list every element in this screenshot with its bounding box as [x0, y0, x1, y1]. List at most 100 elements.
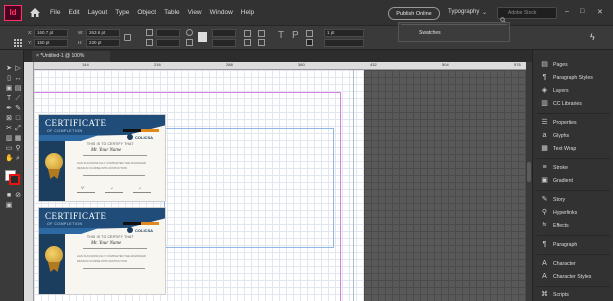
apply-none-icon[interactable]: ⊘ — [14, 192, 22, 200]
reference-field[interactable] — [212, 29, 236, 37]
type-tool-icon[interactable]: T — [5, 95, 13, 103]
pen-tool-icon[interactable]: ✒ — [5, 105, 13, 113]
tools-panel: ➤ ▷ ▯ ↔ ▣ ▤ T ⟋ ✒ ✎ ⊠ □ ✂ ⤢ ▥ ▦ ▭ ⚲ ✋ ⌕ … — [0, 50, 24, 301]
content-collector-icon[interactable]: ▣ — [5, 85, 13, 93]
panel-effects[interactable]: fx Effects — [533, 219, 613, 232]
stroke-weight-field[interactable]: 1 pt — [324, 29, 364, 37]
constrain-proportions-icon[interactable] — [124, 34, 131, 41]
menu-view[interactable]: View — [188, 9, 202, 16]
selection-tool-icon[interactable]: ➤ — [5, 65, 13, 73]
cert-subtitle: OF COMPLETION — [47, 222, 83, 226]
note-tool-icon[interactable]: ▭ — [5, 145, 13, 153]
menu-type[interactable]: Type — [115, 9, 129, 16]
menu-edit[interactable]: Edit — [68, 9, 79, 16]
apply-color-icon[interactable]: ■ — [5, 192, 13, 200]
chevron-down-icon[interactable]: ⌄ — [482, 9, 487, 16]
close-icon[interactable]: ✕ — [597, 8, 603, 16]
menu-help[interactable]: Help — [241, 9, 254, 16]
y-field[interactable]: 150 pt — [34, 39, 68, 47]
free-transform-tool-icon[interactable]: ⤢ — [14, 125, 22, 133]
fill-icon[interactable] — [198, 32, 207, 42]
panel-label: Character — [553, 260, 576, 267]
panel-paragraph[interactable]: ¶ Paragraph — [533, 238, 613, 251]
rectangle-frame-tool-icon[interactable]: ⊠ — [5, 115, 13, 123]
panel-stroke[interactable]: ≡ Stroke — [533, 161, 613, 174]
menu-file[interactable]: File — [50, 9, 60, 16]
angle-field[interactable] — [212, 39, 236, 47]
w-field[interactable]: 263.6 pt — [86, 29, 120, 37]
panel-hyperlinks[interactable]: ⚲ Hyperlinks — [533, 206, 613, 219]
zoom-tool-icon[interactable]: ⌕ — [14, 155, 22, 163]
glyphs-icon: a — [542, 132, 547, 139]
flip-vertical-icon[interactable] — [244, 39, 251, 46]
page-tool-icon[interactable]: ▯ — [5, 75, 13, 83]
screen-mode-icon[interactable]: ▣ — [5, 202, 13, 210]
text-frame-options-icon[interactable]: T — [278, 31, 285, 41]
panel-cc-libraries[interactable]: ▥ CC Libraries — [533, 97, 613, 110]
scale-x-icon[interactable] — [146, 29, 153, 36]
direct-selection-tool-icon[interactable]: ▷ — [14, 65, 22, 73]
x-field[interactable]: 160.7 pt — [34, 29, 68, 37]
panel-scripts[interactable]: ⌘ Scripts — [533, 288, 613, 301]
horizontal-ruler: 144 216 288 360 432 504 576 — [34, 62, 526, 70]
content-placer-icon[interactable]: ▤ — [14, 85, 22, 93]
select-content-icon[interactable] — [258, 39, 265, 46]
shear-icon[interactable] — [186, 39, 193, 46]
paragraph-styles-icon: ¶ — [542, 74, 547, 81]
stroke-color-icon[interactable] — [306, 30, 313, 37]
certificate-image[interactable]: CERTIFICATE OF COMPLETION COLICSA THIS I… — [38, 114, 166, 202]
pencil-tool-icon[interactable]: ✎ — [14, 105, 22, 113]
tab-untitled-1[interactable]: × *Untitled-1 @ 100% — [32, 51, 110, 62]
menu-table[interactable]: Table — [164, 9, 180, 16]
h-field[interactable]: 230 pt — [86, 39, 120, 47]
panel-text-wrap[interactable]: ▦ Text Wrap — [533, 142, 613, 155]
pasteboard[interactable] — [364, 70, 526, 301]
panel-pages[interactable]: ▤ Pages — [533, 58, 613, 71]
gradient-swatch-tool-icon[interactable]: ▥ — [5, 135, 13, 143]
line-tool-icon[interactable]: ⟋ — [14, 95, 22, 103]
certificate-image[interactable]: CERTIFICATE OF COMPLETION COLICSA THIS I… — [38, 207, 166, 295]
flip-horizontal-icon[interactable] — [244, 30, 251, 37]
minimize-icon[interactable]: – — [565, 8, 569, 15]
menu-layout[interactable]: Layout — [88, 9, 108, 16]
menu-object[interactable]: Object — [137, 9, 156, 16]
stroke-type-dropdown[interactable] — [324, 39, 364, 47]
gradient-feather-tool-icon[interactable]: ▦ — [14, 135, 22, 143]
panel-character-styles[interactable]: A Character Styles — [533, 270, 613, 283]
eyedropper-tool-icon[interactable]: ⚲ — [14, 145, 22, 153]
maximize-icon[interactable]: □ — [580, 8, 584, 15]
home-icon[interactable] — [28, 6, 42, 20]
scale-y-icon[interactable] — [146, 39, 153, 46]
lightning-icon[interactable]: ϟ — [590, 33, 597, 42]
reference-point-icon[interactable] — [14, 34, 22, 47]
fill-color-icon[interactable] — [306, 39, 313, 46]
ruler-mark: 288 — [226, 62, 233, 67]
rectangle-tool-icon[interactable]: □ — [14, 115, 22, 123]
panel-character[interactable]: A Character — [533, 257, 613, 270]
panel-glyphs[interactable]: a Glyphs — [533, 129, 613, 142]
publish-online-button[interactable]: Publish Online — [388, 7, 440, 20]
panel-layers[interactable]: ◈ Layers — [533, 84, 613, 97]
rotate-icon[interactable] — [186, 29, 193, 36]
tab-close-icon[interactable]: × — [36, 53, 39, 59]
panel-story[interactable]: ✎ Story — [533, 193, 613, 206]
panel-paragraph-styles[interactable]: ¶ Paragraph Styles — [533, 71, 613, 84]
scrollbar-thumb[interactable] — [527, 162, 531, 182]
empty-frame[interactable] — [164, 128, 334, 248]
text-wrap-icon: ▦ — [541, 145, 548, 152]
panel-gradient[interactable]: ▣ Gradient — [533, 174, 613, 187]
search-input[interactable]: Adobe Stock — [497, 7, 557, 19]
stroke-swatch[interactable] — [9, 174, 20, 185]
scale-x-field[interactable] — [156, 29, 180, 37]
select-container-icon[interactable] — [258, 30, 265, 37]
panel-properties[interactable]: ☰ Properties — [533, 116, 613, 129]
path-type-icon[interactable]: P — [292, 31, 299, 41]
gap-tool-icon[interactable]: ↔ — [14, 75, 22, 83]
hand-tool-icon[interactable]: ✋ — [5, 155, 14, 163]
swatches-popup[interactable]: Swatches — [398, 22, 510, 42]
scale-y-field[interactable] — [156, 39, 180, 47]
menu-window[interactable]: Window — [210, 9, 233, 16]
scissors-tool-icon[interactable]: ✂ — [5, 125, 13, 133]
workspace-switcher[interactable]: Typography — [448, 9, 479, 15]
document-canvas[interactable]: CERTIFICATE OF COMPLETION COLICSA THIS I… — [34, 70, 526, 301]
